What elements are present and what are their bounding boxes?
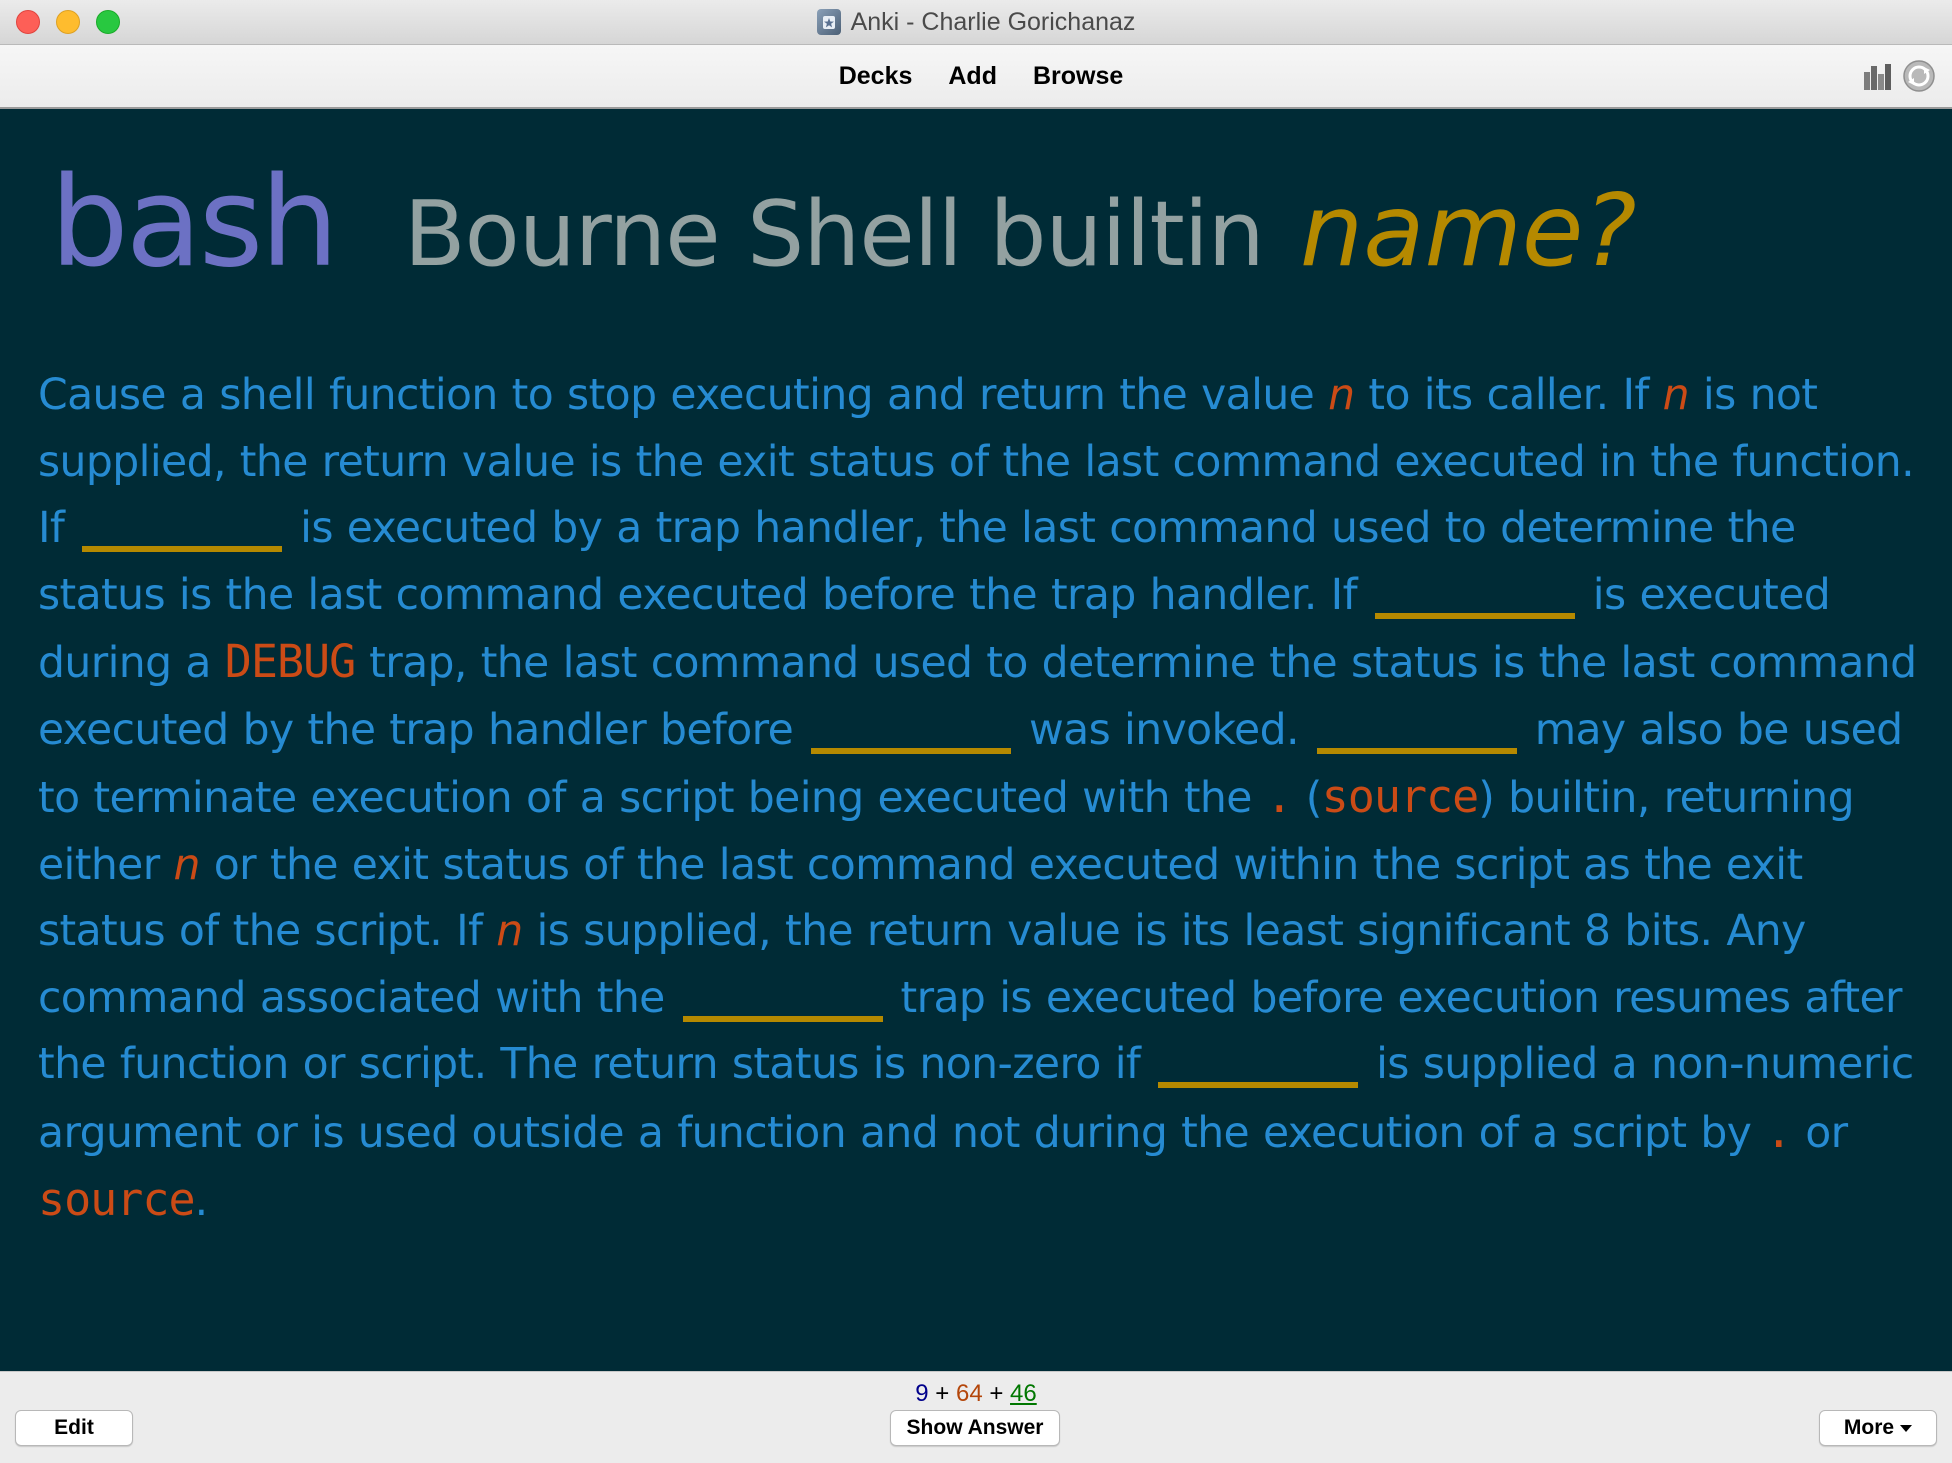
code-source: source [38, 1173, 196, 1226]
card-text-segment: is executed by a trap handler, the last … [38, 504, 1796, 620]
nav-browse[interactable]: Browse [1033, 62, 1123, 91]
nav-add[interactable]: Add [948, 62, 997, 91]
cloze-blank [682, 1015, 883, 1022]
count-separator: + [935, 1380, 950, 1407]
card-text-segment: to its caller. If [1354, 371, 1663, 420]
variable-n: n [1328, 371, 1355, 420]
review-counts: 9 + 64 + 46 [0, 1380, 1952, 1408]
main-nav: Decks Add Browse [0, 45, 1952, 107]
variable-n: n [173, 840, 201, 890]
app-icon [816, 9, 841, 35]
window-title-container: Anki - Charlie Gorichanaz [0, 0, 1952, 44]
card-text-segment: . [194, 1177, 209, 1226]
code-dot: . [1265, 770, 1293, 823]
more-button-label: More [1843, 1416, 1895, 1439]
card-text-segment: Cause a shell function to stop executing… [38, 371, 1329, 420]
cloze-blank [1374, 612, 1575, 619]
edit-button[interactable]: Edit [15, 1410, 133, 1446]
card-topic: bash [50, 151, 339, 295]
code-source: source [1321, 770, 1480, 823]
more-button[interactable]: More [1819, 1410, 1937, 1446]
new-count: 9 [915, 1380, 929, 1407]
cloze-blank [811, 747, 1012, 754]
learning-count: 64 [955, 1380, 983, 1407]
card-view: bash Bourne Shell builtin name? Cause a sh… [0, 109, 1952, 1371]
card-title: bash Bourne Shell builtin name? [50, 151, 1637, 295]
window-title: Anki - Charlie Gorichanaz [850, 7, 1136, 36]
bottom-bar: Edit 9 + 64 + 46 Show Answer More [0, 1371, 1952, 1463]
cloze-blank [82, 546, 283, 552]
count-separator: + [989, 1380, 1004, 1407]
card-text-segment: or [1791, 1108, 1848, 1158]
nav-decks[interactable]: Decks [839, 62, 913, 91]
card-text-segment: ( [1291, 774, 1323, 823]
cloze-blank [1316, 747, 1517, 754]
code-dot: . [1765, 1104, 1792, 1158]
cloze-blank [1158, 1082, 1359, 1088]
title-bar: Anki - Charlie Gorichanaz [0, 0, 1952, 45]
caret-down-icon [1900, 1424, 1913, 1432]
card-description: Bourne Shell builtin [403, 182, 1265, 287]
variable-n: n [496, 907, 523, 956]
card-question: name? [1299, 172, 1637, 289]
variable-n: n [1662, 371, 1690, 420]
stats-icon[interactable] [1862, 60, 1894, 92]
card-body: Cause a shell function to stop executing… [38, 363, 1918, 1236]
code-debug: DEBUG [224, 635, 356, 688]
toolbar: Decks Add Browse [0, 45, 1952, 109]
sync-icon[interactable] [1902, 59, 1936, 93]
card-text-segment: was invoked. [1015, 705, 1313, 755]
show-answer-button[interactable]: Show Answer [890, 1410, 1060, 1446]
review-count: 46 [1010, 1380, 1037, 1407]
